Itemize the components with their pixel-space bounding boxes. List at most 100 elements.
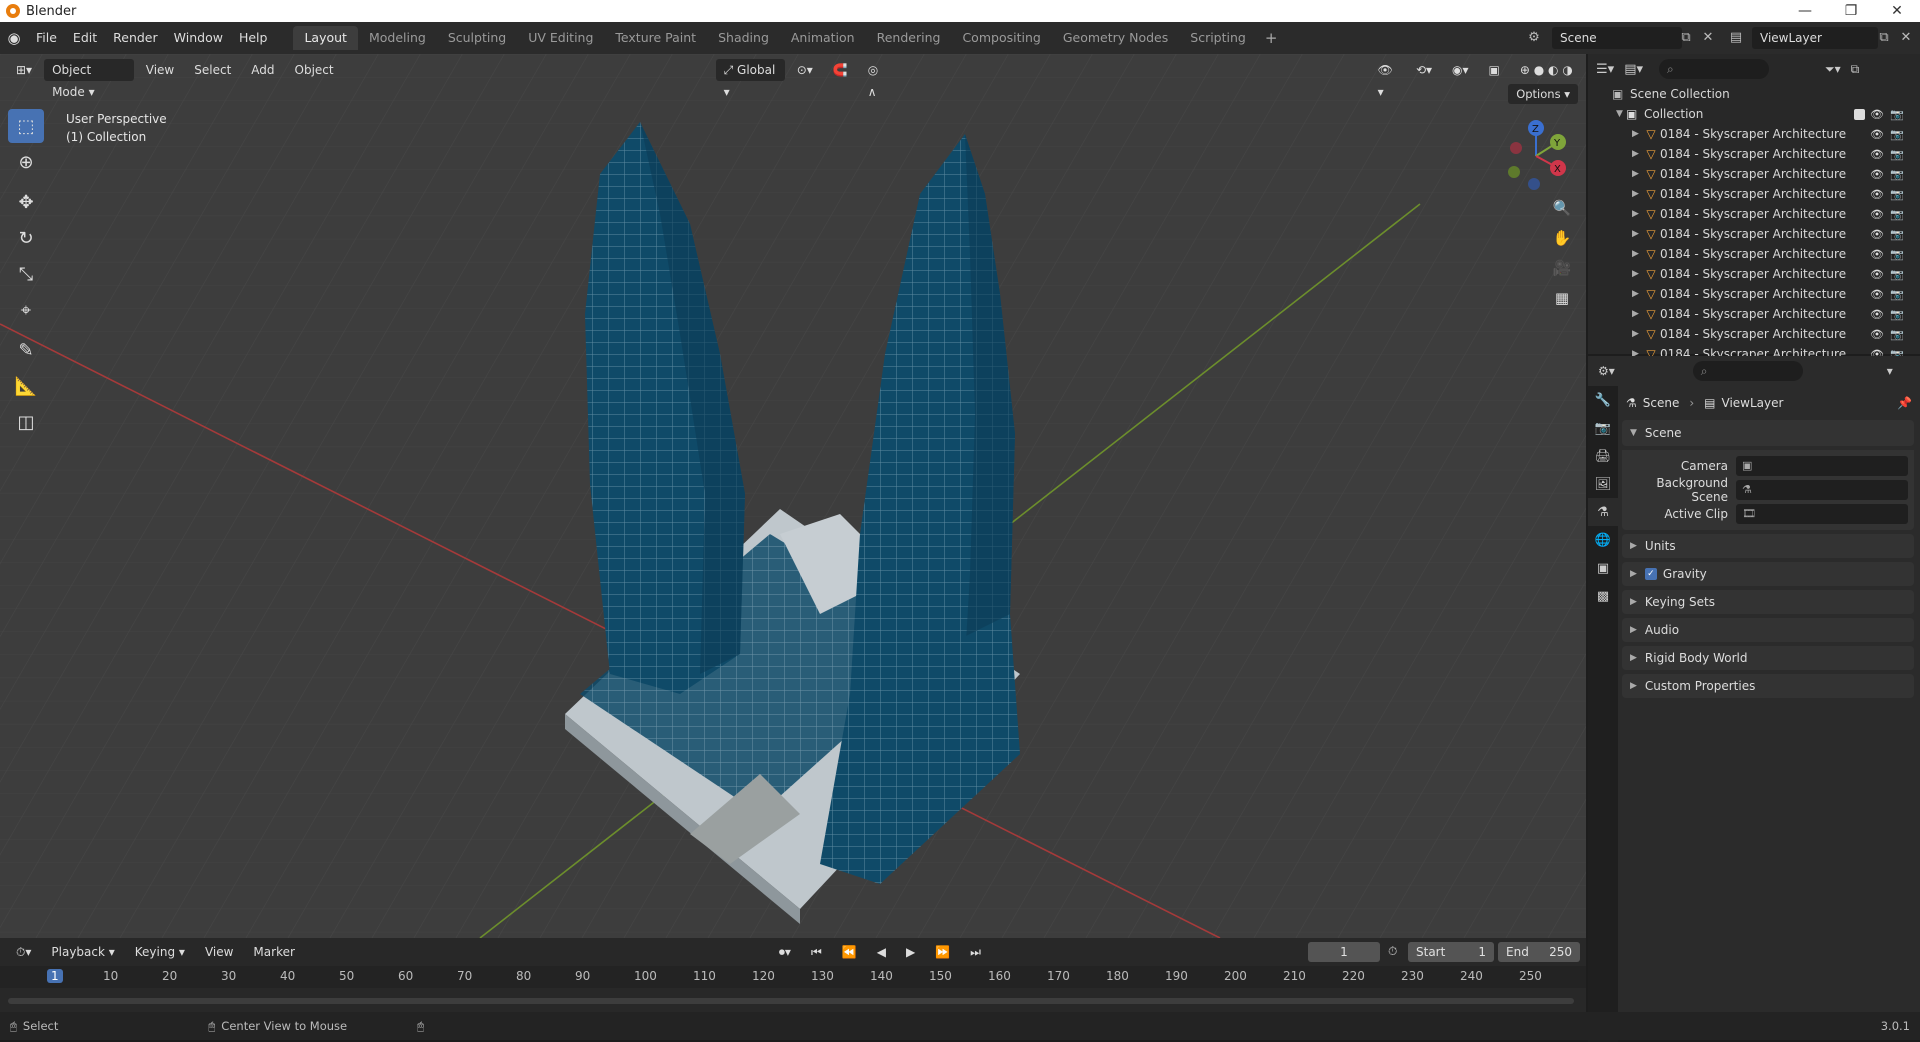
perspective-toggle-icon[interactable]: ▦ (1548, 284, 1576, 312)
expand-icon[interactable]: ▶ (1632, 329, 1642, 339)
scene-collection-row[interactable]: ▣ Scene Collection (1588, 84, 1920, 104)
timeline-editor-type-icon[interactable]: ⏱▾ (8, 941, 39, 963)
minimize-button[interactable]: — (1782, 0, 1828, 22)
outliner-object-row[interactable]: ▶ ▽ 0184 - Skyscraper Architecture Proj 👁 📷 (1588, 304, 1920, 324)
background-scene-field[interactable]: ⚗ (1736, 480, 1908, 500)
expand-icon[interactable]: ▶ (1632, 249, 1642, 259)
render-camera-icon[interactable]: 📷 (1890, 128, 1904, 141)
outliner-object-row[interactable]: ▶ ▽ 0184 - Skyscraper Architecture Proj 👁 📷 (1588, 144, 1920, 164)
world-tab-icon[interactable]: 🌐 (1588, 526, 1618, 554)
eye-icon[interactable]: 👁 (1870, 268, 1884, 281)
xray-icon[interactable]: ▣ (1481, 59, 1508, 81)
end-frame-field[interactable]: End 250 (1498, 942, 1580, 962)
viewlayer-icon[interactable]: ▤ (1726, 27, 1746, 47)
new-viewlayer-icon[interactable]: ⧉ (1874, 27, 1894, 47)
scale-tool-icon[interactable]: ⤡ (8, 257, 44, 291)
outliner-search-input[interactable]: ⌕ (1659, 59, 1769, 79)
transform-tool-icon[interactable]: ⌖ (8, 293, 44, 327)
render-camera-icon[interactable]: 📷 (1890, 228, 1904, 241)
play-reverse-icon[interactable]: ◀ (869, 941, 894, 963)
visibility-icon[interactable]: 👁▾ (1370, 59, 1404, 99)
eye-icon[interactable]: 👁 (1870, 228, 1884, 241)
menu-render[interactable]: Render (105, 22, 166, 54)
outliner-object-row[interactable]: ▶ ▽ 0184 - Skyscraper Architecture Proj 👁 📷 (1588, 124, 1920, 144)
expand-icon[interactable]: ▶ (1632, 169, 1642, 179)
render-camera-icon[interactable]: 📷 (1890, 248, 1904, 261)
filter-icon[interactable]: ⏷▾ (1825, 62, 1841, 77)
marker-menu[interactable]: Marker (245, 941, 302, 963)
menu-edit[interactable]: Edit (65, 22, 105, 54)
proportional-edit-icon[interactable]: ◎ ∧ (860, 59, 896, 99)
properties-search-input[interactable]: ⌕ (1692, 361, 1803, 381)
view-layer-tab-icon[interactable]: 🖼 (1588, 470, 1618, 498)
pivot-icon[interactable]: ⊙▾ (789, 59, 821, 81)
move-tool-icon[interactable]: ✥ (8, 185, 44, 219)
texture-tab-icon[interactable]: ▩ (1588, 582, 1618, 610)
menu-file[interactable]: File (28, 22, 65, 54)
object-mode-dropdown[interactable]: Object Mode ▾ (44, 59, 134, 99)
tool-tab-icon[interactable]: 🔧 (1588, 386, 1618, 414)
render-camera-icon[interactable]: 📷 (1890, 148, 1904, 161)
add-workspace-button[interactable]: + (1257, 29, 1286, 47)
expand-icon[interactable]: ▶ (1632, 229, 1642, 239)
timeline-scrollbar[interactable] (8, 998, 1574, 1004)
measure-tool-icon[interactable]: 📐 (8, 369, 44, 403)
scene-icon[interactable]: ⚙ (1524, 27, 1544, 47)
panel-gravity[interactable]: ▶ ✓ Gravity (1622, 562, 1914, 586)
menu-object[interactable]: Object (287, 59, 342, 81)
tab-compositing[interactable]: Compositing (951, 26, 1051, 50)
shading-modes[interactable]: ⊕ ● ◐ ◑ ▾ (1512, 59, 1582, 99)
new-collection-icon[interactable]: ⧉ (1851, 62, 1860, 77)
eye-icon[interactable]: 👁 (1870, 308, 1884, 321)
collection-row[interactable]: ▼ ▣ Collection 👁 📷 (1588, 104, 1920, 124)
close-button[interactable]: ✕ (1874, 0, 1920, 22)
scene-tab-icon[interactable]: ⚗ (1588, 498, 1618, 526)
panel-rigid-body-world[interactable]: ▶ Rigid Body World (1622, 646, 1914, 670)
render-camera-icon[interactable]: 📷 (1890, 188, 1904, 201)
scene-panel-header[interactable]: ▼ Scene (1622, 420, 1914, 446)
output-tab-icon[interactable]: 🖨 (1588, 442, 1618, 470)
maximize-button[interactable]: ❐ (1828, 0, 1874, 22)
properties-editor-type-icon[interactable]: ⚙▾ (1598, 364, 1615, 378)
snap-icon[interactable]: 🧲 (825, 59, 856, 81)
menu-add[interactable]: Add (243, 59, 282, 81)
tab-geometry-nodes[interactable]: Geometry Nodes (1052, 26, 1179, 50)
pan-hand-icon[interactable]: ✋ (1548, 224, 1576, 252)
tab-rendering[interactable]: Rendering (866, 26, 952, 50)
timeline-view-menu[interactable]: View (197, 941, 241, 963)
current-frame-field[interactable]: 1 (1308, 942, 1380, 962)
menu-view[interactable]: View (138, 59, 182, 81)
menu-window[interactable]: Window (166, 22, 231, 54)
display-mode-icon[interactable]: ▤▾ (1624, 62, 1643, 77)
menu-select[interactable]: Select (186, 59, 239, 81)
render-camera-icon[interactable]: 📷 (1890, 168, 1904, 181)
outliner-object-row[interactable]: ▶ ▽ 0184 - Skyscraper Architecture Proj 👁 📷 (1588, 264, 1920, 284)
render-camera-icon[interactable]: 📷 (1890, 108, 1904, 121)
gizmo-icon[interactable]: ⟲▾ (1408, 59, 1440, 81)
render-camera-icon[interactable]: 📷 (1890, 328, 1904, 341)
start-frame-field[interactable]: Start 1 (1408, 942, 1494, 962)
frame-ruler[interactable]: 1 10 20 30 40 50 60 70 80 90 100 110 120 130 140 150 16… (0, 966, 1586, 988)
keying-menu[interactable]: Keying ▾ (127, 941, 193, 963)
tab-modeling[interactable]: Modeling (358, 26, 437, 50)
expand-icon[interactable]: ▶ (1632, 269, 1642, 279)
render-tab-icon[interactable]: 📷 (1588, 414, 1618, 442)
expand-icon[interactable]: ▶ (1632, 209, 1642, 219)
next-keyframe-icon[interactable]: ⏩ (927, 941, 958, 963)
cursor-tool-icon[interactable]: ⊕ (8, 145, 44, 179)
collection-tab-icon[interactable]: ▣ (1588, 554, 1618, 582)
viewlayer-selector[interactable]: ViewLayer (1752, 27, 1878, 49)
overlays-icon[interactable]: ◉▾ (1444, 59, 1477, 81)
record-icon[interactable]: ⏺▾ (771, 941, 799, 963)
tab-uv-editing[interactable]: UV Editing (517, 26, 604, 50)
gravity-checkbox[interactable]: ✓ (1644, 568, 1657, 580)
collapse-icon[interactable]: ▼ (1616, 109, 1626, 119)
render-camera-icon[interactable]: 📷 (1890, 308, 1904, 321)
expand-icon[interactable]: ▶ (1632, 149, 1642, 159)
scene-selector[interactable]: Scene (1552, 27, 1682, 49)
expand-icon[interactable]: ▶ (1632, 189, 1642, 199)
eye-icon[interactable]: 👁 (1870, 108, 1884, 121)
playback-menu[interactable]: Playback ▾ (43, 941, 122, 963)
outliner-object-row[interactable]: ▶ ▽ 0184 - Skyscraper Architecture Proj 👁 📷 (1588, 204, 1920, 224)
eye-icon[interactable]: 👁 (1870, 328, 1884, 341)
